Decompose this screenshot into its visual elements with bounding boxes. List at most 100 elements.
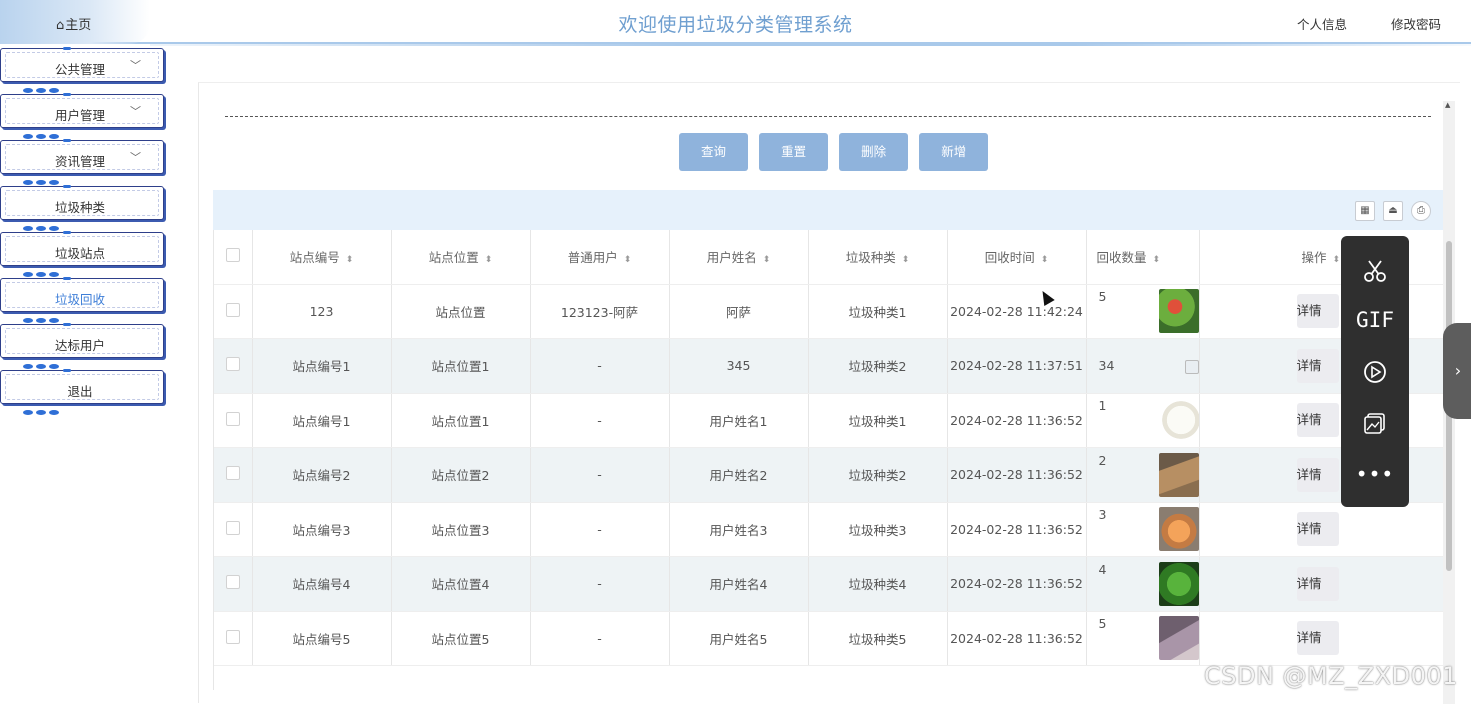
cell-garbage-type: 垃圾种类1 bbox=[808, 393, 948, 448]
page-title: 欢迎使用垃圾分类管理系统 bbox=[618, 14, 853, 36]
cell-recycle-count: 34 bbox=[1086, 338, 1200, 394]
sidebar-item-garbage-types[interactable]: 垃圾种类 bbox=[0, 185, 164, 231]
row-checkbox[interactable] bbox=[225, 466, 240, 481]
cell-recycle-count: 5 bbox=[1086, 284, 1200, 339]
sidebar-item-garbage-stations[interactable]: 垃圾站点 bbox=[0, 231, 164, 277]
delete-button[interactable]: 删除 bbox=[839, 133, 909, 171]
header-divider bbox=[150, 42, 1471, 46]
sidebar-item-logout[interactable]: 退出 bbox=[0, 369, 164, 415]
select-all-checkbox[interactable] bbox=[225, 248, 240, 263]
detail-button[interactable]: 详情 bbox=[1296, 403, 1339, 438]
column-filter-icon[interactable]: ▦ bbox=[1355, 201, 1375, 221]
export-icon[interactable]: ⏏ bbox=[1383, 201, 1403, 221]
scissors-icon[interactable] bbox=[1341, 258, 1409, 288]
column-header[interactable]: 普通用户 ⬍ bbox=[530, 230, 670, 285]
row-checkbox[interactable] bbox=[225, 520, 240, 535]
action-buttons: 查询 重置 删除 新增 bbox=[679, 133, 994, 171]
row-checkbox[interactable] bbox=[225, 411, 240, 426]
add-button[interactable]: 新增 bbox=[919, 133, 989, 171]
search-divider bbox=[225, 116, 1431, 117]
table-row[interactable]: 站点编号5 站点位置5- 用户姓名5 垃圾种类5 2024-02-28 11:36:52… bbox=[214, 611, 1443, 666]
table-row[interactable]: 站点编号1 站点位置1- 用户姓名1 垃圾种类1 2024-02-28 11:36:52… bbox=[214, 393, 1443, 448]
select-all-cell[interactable] bbox=[214, 230, 253, 285]
row-checkbox[interactable] bbox=[225, 302, 240, 317]
sidebar-item-public-management[interactable]: 公共管理 ﹀ bbox=[0, 47, 164, 93]
cell-site-location: 站点位置2 bbox=[391, 447, 531, 503]
table-row[interactable]: 站点编号3 站点位置3- 用户姓名3 垃圾种类3 2024-02-28 11:36:52… bbox=[214, 502, 1443, 557]
sort-icon[interactable]: ⬍ bbox=[485, 255, 493, 265]
query-button[interactable]: 查询 bbox=[679, 133, 748, 171]
cell-garbage-type: 垃圾种类3 bbox=[808, 502, 948, 557]
sidebar-item-user-management[interactable]: 用户管理 ﹀ bbox=[0, 93, 164, 139]
table-row[interactable]: 123 站点位置 123123-阿萨 阿萨 垃圾种类1 2024-02-28 11:42:… bbox=[214, 284, 1443, 339]
cell-site-location: 站点位置 bbox=[391, 284, 531, 339]
cell-site-location: 站点位置1 bbox=[391, 338, 531, 394]
scroll-up-arrow-icon[interactable]: ▲ bbox=[1445, 101, 1450, 109]
table-row[interactable]: 站点编号2 站点位置2- 用户姓名2 垃圾种类2 2024-02-28 11:36:52… bbox=[214, 447, 1443, 503]
reset-button[interactable]: 重置 bbox=[759, 133, 829, 171]
cell-user: - bbox=[530, 393, 670, 448]
column-header[interactable]: 垃圾种类 ⬍ bbox=[808, 230, 948, 285]
sidebar-item-garbage-recycling[interactable]: 垃圾回收 bbox=[0, 277, 164, 323]
detail-button[interactable]: 详情 bbox=[1296, 566, 1339, 601]
column-header[interactable]: 站点位置 ⬍ bbox=[391, 230, 531, 285]
row-checkbox[interactable] bbox=[225, 575, 240, 590]
detail-button[interactable]: 详情 bbox=[1296, 348, 1339, 383]
cell-actions: 详情 bbox=[1199, 556, 1443, 612]
cell-garbage-type: 垃圾种类4 bbox=[808, 556, 948, 612]
column-header[interactable]: 站点编号 ⬍ bbox=[252, 230, 392, 285]
screen-record-icon[interactable] bbox=[1341, 359, 1409, 389]
sort-icon[interactable]: ⬍ bbox=[1333, 255, 1341, 265]
cell-user-name: 用户姓名4 bbox=[669, 556, 809, 612]
long-screenshot-icon[interactable] bbox=[1341, 410, 1409, 440]
row-checkbox[interactable] bbox=[225, 357, 240, 372]
table-row[interactable]: 站点编号4 站点位置4- 用户姓名4 垃圾种类4 2024-02-28 11:36:52… bbox=[214, 556, 1443, 612]
chevron-down-icon: ﹀ bbox=[130, 151, 141, 164]
sort-icon[interactable]: ⬍ bbox=[1153, 255, 1161, 265]
cell-site-no: 站点编号4 bbox=[252, 556, 392, 612]
change-password-link[interactable]: 修改密码 bbox=[1391, 17, 1441, 32]
print-icon[interactable]: ⎙ bbox=[1411, 201, 1431, 221]
cell-recycle-time: 2024-02-28 11:36:52 bbox=[947, 393, 1087, 448]
cell-user: 123123-阿萨 bbox=[530, 284, 670, 339]
detail-button[interactable]: 详情 bbox=[1296, 457, 1339, 492]
sidebar-item-news-management[interactable]: 资讯管理 ﹀ bbox=[0, 139, 164, 185]
chevron-down-icon: ﹀ bbox=[130, 105, 141, 118]
garbage-photo bbox=[1158, 561, 1198, 606]
sidebar-item-qualified-users[interactable]: 达标用户 bbox=[0, 323, 164, 369]
sidebar-menu: 公共管理 ﹀ 用户管理 ﹀ 资讯管理 ﹀ 垃圾种类 垃圾站点 垃圾回收 达标用户… bbox=[0, 47, 170, 416]
column-header[interactable]: 回收时间 ⬍ bbox=[947, 230, 1087, 285]
cell-site-no: 123 bbox=[252, 284, 392, 339]
cell-user-name: 用户姓名2 bbox=[669, 447, 809, 503]
detail-button[interactable]: 详情 bbox=[1296, 621, 1339, 656]
table-header-row: 站点编号 ⬍ 站点位置 ⬍ 普通用户 ⬍ 用户姓名 ⬍ 垃圾种类 ⬍ 回收时间 ⬍ 回收数量… bbox=[214, 230, 1443, 285]
column-header[interactable]: 用户姓名 ⬍ bbox=[669, 230, 809, 285]
table-row[interactable]: 站点编号1 站点位置1-345 垃圾种类2 2024-02-28 11:37:51 34… bbox=[214, 338, 1443, 394]
main-panel: 查询 重置 删除 新增 ▦ ⏏ ⎙ 站点编号 ⬍ 站点位置 ⬍ 普通用户 ⬍ 用户姓名… bbox=[198, 82, 1460, 704]
gif-icon[interactable]: GIF bbox=[1341, 308, 1409, 332]
detail-button[interactable]: 详情 bbox=[1296, 512, 1339, 547]
sort-icon[interactable]: ⬍ bbox=[902, 255, 910, 265]
profile-link[interactable]: 个人信息 bbox=[1297, 17, 1347, 32]
sidebar-item-label: 达标用户 bbox=[54, 338, 105, 353]
sort-icon[interactable]: ⬍ bbox=[624, 255, 632, 265]
cell-site-location: 站点位置4 bbox=[391, 556, 531, 612]
top-header: ⌂主页 欢迎使用垃圾分类管理系统 个人信息 修改密码 bbox=[0, 0, 1471, 44]
cell-user: - bbox=[530, 447, 670, 503]
chevron-right-icon[interactable]: › bbox=[1443, 323, 1471, 419]
cell-garbage-type: 垃圾种类5 bbox=[808, 611, 948, 666]
cell-recycle-time: 2024-02-28 11:36:52 bbox=[947, 556, 1087, 612]
column-header[interactable]: 回收数量 ⬍ bbox=[1086, 230, 1200, 285]
cell-site-no: 站点编号3 bbox=[252, 502, 392, 557]
sidebar-item-label: 退出 bbox=[67, 384, 93, 399]
row-checkbox[interactable] bbox=[225, 629, 240, 644]
floating-tool-panel: GIF ••• bbox=[1341, 236, 1409, 507]
sort-icon[interactable]: ⬍ bbox=[346, 255, 354, 265]
cell-recycle-time: 2024-02-28 11:36:52 bbox=[947, 502, 1087, 557]
detail-button[interactable]: 详情 bbox=[1296, 294, 1339, 329]
more-options-icon[interactable]: ••• bbox=[1341, 462, 1409, 486]
sort-icon[interactable]: ⬍ bbox=[1041, 255, 1049, 265]
broken-image-icon bbox=[1184, 359, 1198, 374]
cell-user: - bbox=[530, 338, 670, 394]
sort-icon[interactable]: ⬍ bbox=[763, 255, 771, 265]
